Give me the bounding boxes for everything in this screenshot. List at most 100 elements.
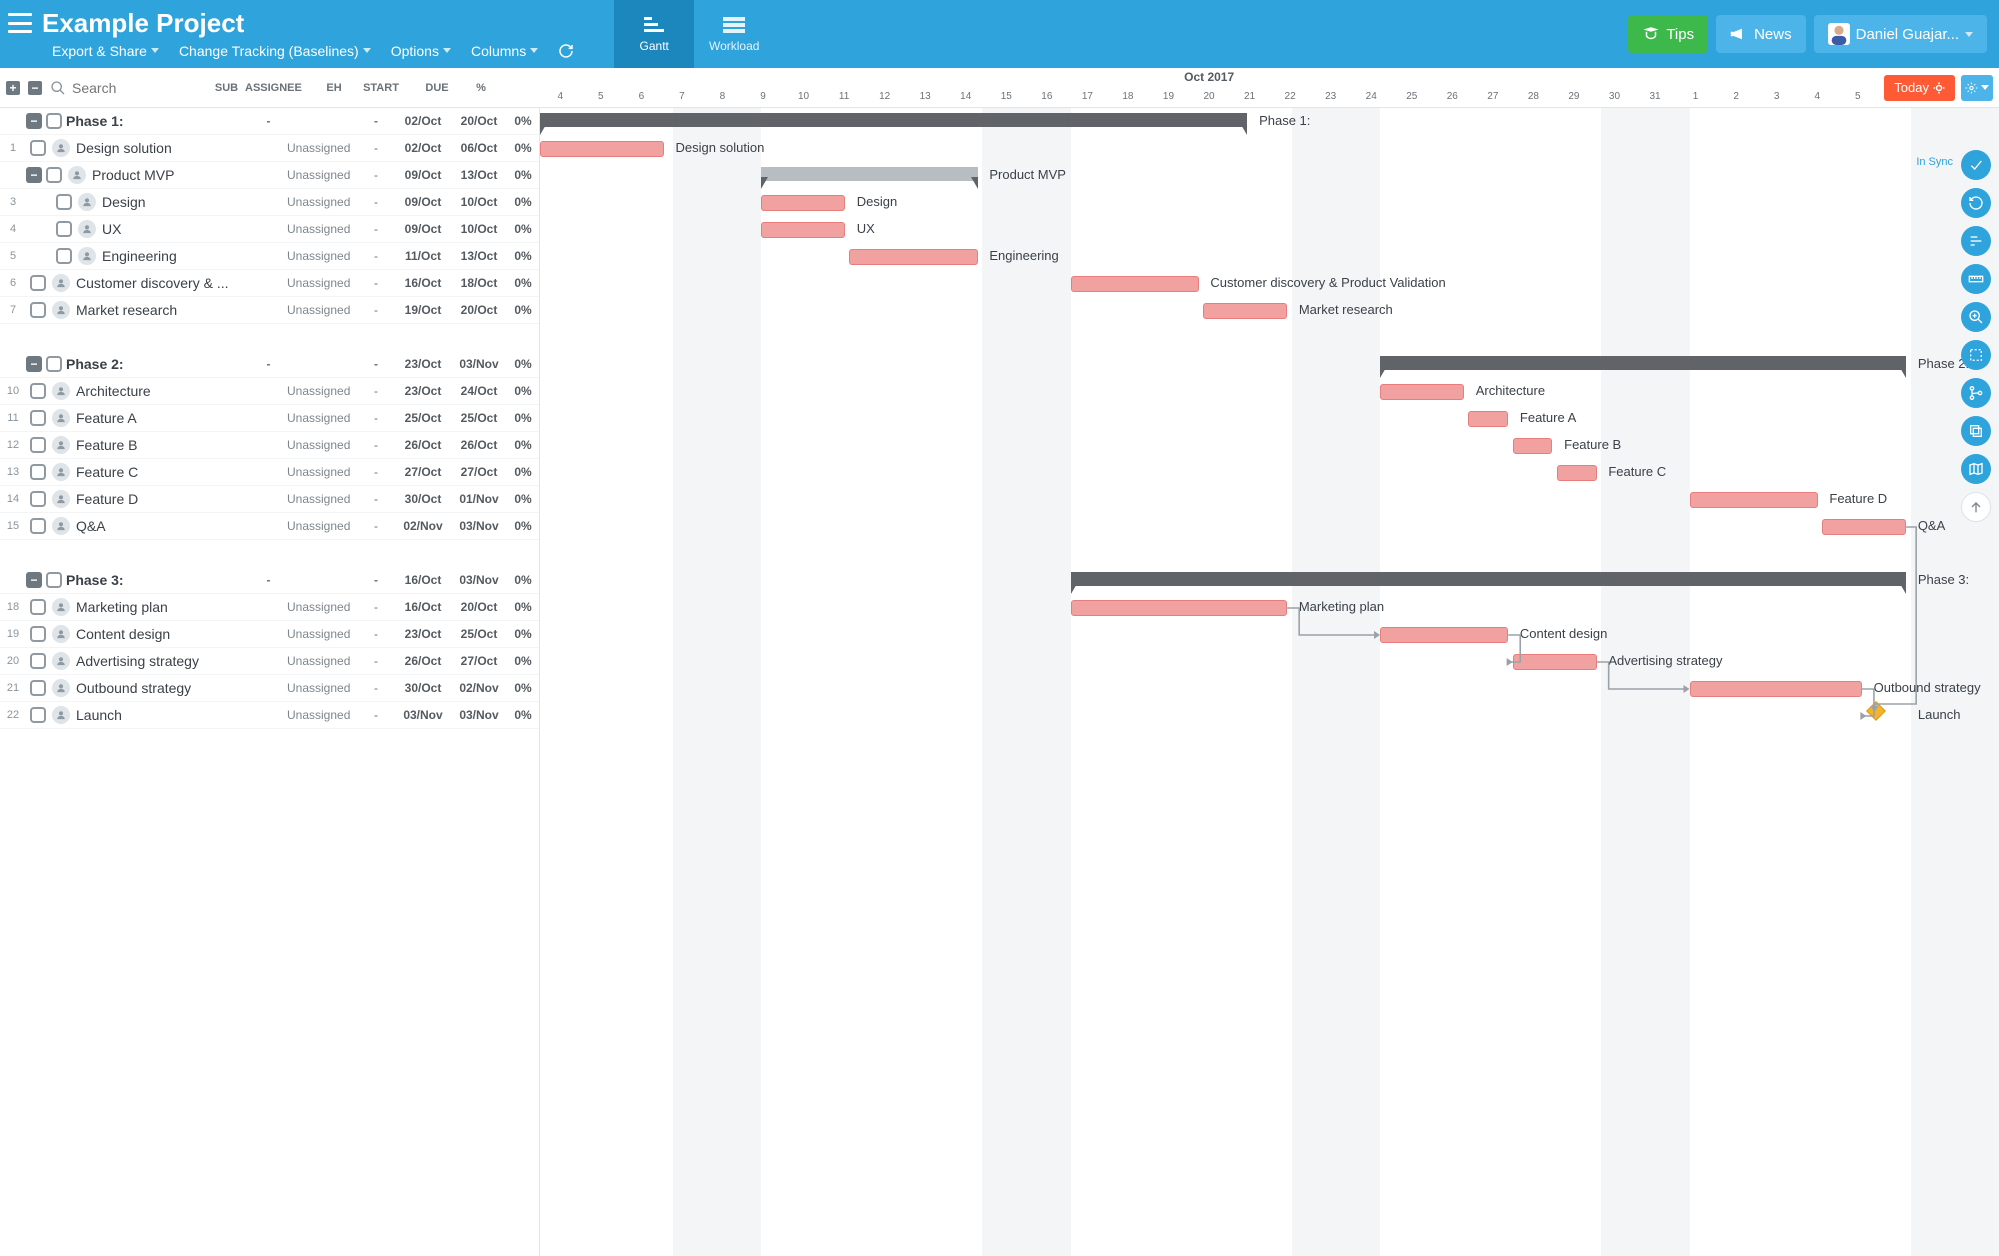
tips-button[interactable]: Tips <box>1628 15 1708 53</box>
task-bar[interactable] <box>849 249 977 265</box>
export-share-menu[interactable]: Export & Share <box>52 43 159 59</box>
task-bar[interactable] <box>761 222 845 238</box>
task-checkbox[interactable] <box>30 275 46 291</box>
collapse-toggle[interactable]: − <box>26 356 42 372</box>
task-bar[interactable] <box>1557 465 1597 481</box>
task-row[interactable]: 5EngineeringUnassigned-11/Oct13/Oct0% <box>0 243 539 270</box>
task-name[interactable]: Outbound strategy <box>76 680 250 696</box>
col-due[interactable]: DUE <box>409 82 465 94</box>
task-name[interactable]: Market research <box>76 302 250 318</box>
task-checkbox[interactable] <box>30 518 46 534</box>
task-checkbox[interactable] <box>56 221 72 237</box>
task-row[interactable]: 20Advertising strategyUnassigned-26/Oct2… <box>0 648 539 675</box>
search-input[interactable] <box>72 80 182 96</box>
task-row[interactable]: 7Market researchUnassigned-19/Oct20/Oct0… <box>0 297 539 324</box>
assignee-icon[interactable] <box>52 652 70 670</box>
task-bar[interactable] <box>1203 303 1287 319</box>
assignee-icon[interactable] <box>52 598 70 616</box>
settings-button[interactable] <box>1961 75 1993 101</box>
task-bar[interactable] <box>1513 654 1597 670</box>
task-name[interactable]: Architecture <box>76 383 250 399</box>
task-bar[interactable] <box>1822 519 1906 535</box>
assignee-icon[interactable] <box>52 463 70 481</box>
assignee-icon[interactable] <box>52 274 70 292</box>
task-row[interactable]: −Product MVPUnassigned-09/Oct13/Oct0% <box>0 162 539 189</box>
task-bar[interactable] <box>761 195 845 211</box>
task-bar[interactable] <box>1071 600 1288 616</box>
task-name[interactable]: Design <box>102 194 250 210</box>
task-bar[interactable] <box>1380 627 1508 643</box>
branch-fab[interactable] <box>1961 378 1991 408</box>
col-assignee[interactable]: ASSIGNEE <box>245 82 315 94</box>
task-row[interactable]: 6Customer discovery & ...Unassigned-16/O… <box>0 270 539 297</box>
task-checkbox[interactable] <box>30 437 46 453</box>
task-name[interactable]: Feature C <box>76 464 250 480</box>
task-checkbox[interactable] <box>46 356 62 372</box>
task-checkbox[interactable] <box>30 140 46 156</box>
task-bar[interactable] <box>540 141 664 157</box>
task-checkbox[interactable] <box>30 680 46 696</box>
assignee-icon[interactable] <box>52 625 70 643</box>
menu-icon[interactable] <box>8 13 32 33</box>
task-name[interactable]: Product MVP <box>92 167 250 183</box>
collapse-all-button[interactable]: − <box>28 81 42 95</box>
expand-all-button[interactable]: + <box>6 81 20 95</box>
user-menu-button[interactable]: Daniel Guajar... <box>1814 15 1987 53</box>
group-bar[interactable] <box>761 167 978 181</box>
task-row[interactable]: 1Design solutionUnassigned-02/Oct06/Oct0… <box>0 135 539 162</box>
task-name[interactable]: Q&A <box>76 518 250 534</box>
assignee-icon[interactable] <box>52 679 70 697</box>
task-row[interactable]: 3DesignUnassigned-09/Oct10/Oct0% <box>0 189 539 216</box>
copy-fab[interactable] <box>1961 416 1991 446</box>
rotate-fab[interactable] <box>1961 188 1991 218</box>
task-row[interactable]: −Phase 2:--23/Oct03/Nov0% <box>0 351 539 378</box>
today-button[interactable]: Today <box>1884 75 1955 101</box>
task-row[interactable]: 22LaunchUnassigned-03/Nov03/Nov0% <box>0 702 539 729</box>
task-name[interactable]: Marketing plan <box>76 599 250 615</box>
task-checkbox[interactable] <box>30 626 46 642</box>
task-row[interactable]: 11Feature AUnassigned-25/Oct25/Oct0% <box>0 405 539 432</box>
collapse-toggle[interactable]: − <box>26 572 42 588</box>
task-bar[interactable] <box>1690 492 1818 508</box>
gantt-chart[interactable]: Phase 1:Design solutionProduct MVPDesign… <box>540 108 1999 1256</box>
task-checkbox[interactable] <box>46 572 62 588</box>
group-bar[interactable] <box>540 113 1247 127</box>
task-row[interactable]: 14Feature DUnassigned-30/Oct01/Nov0% <box>0 486 539 513</box>
task-name[interactable]: Customer discovery & ... <box>76 275 250 291</box>
map-fab[interactable] <box>1961 454 1991 484</box>
align-fab[interactable] <box>1961 226 1991 256</box>
task-row[interactable]: 13Feature CUnassigned-27/Oct27/Oct0% <box>0 459 539 486</box>
task-checkbox[interactable] <box>30 653 46 669</box>
task-checkbox[interactable] <box>30 707 46 723</box>
task-name[interactable]: Feature D <box>76 491 250 507</box>
task-checkbox[interactable] <box>30 302 46 318</box>
task-checkbox[interactable] <box>30 383 46 399</box>
task-name[interactable]: Advertising strategy <box>76 653 250 669</box>
task-row[interactable]: 4UXUnassigned-09/Oct10/Oct0% <box>0 216 539 243</box>
task-row[interactable]: −Phase 1:--02/Oct20/Oct0% <box>0 108 539 135</box>
refresh-button[interactable] <box>558 43 574 59</box>
task-name[interactable]: Launch <box>76 707 250 723</box>
ruler-fab[interactable] <box>1961 264 1991 294</box>
task-checkbox[interactable] <box>56 194 72 210</box>
col-sub[interactable]: SUB <box>208 82 245 94</box>
assignee-icon[interactable] <box>52 436 70 454</box>
assignee-icon[interactable] <box>52 517 70 535</box>
assignee-icon[interactable] <box>52 706 70 724</box>
task-bar[interactable] <box>1690 681 1862 697</box>
gantt-tab[interactable]: Gantt <box>614 0 694 68</box>
workload-tab[interactable]: Workload <box>694 0 774 68</box>
task-row[interactable]: 18Marketing planUnassigned-16/Oct20/Oct0… <box>0 594 539 621</box>
task-name[interactable]: Feature A <box>76 410 250 426</box>
task-row[interactable]: 10ArchitectureUnassigned-23/Oct24/Oct0% <box>0 378 539 405</box>
task-name[interactable]: UX <box>102 221 250 237</box>
task-bar[interactable] <box>1468 411 1508 427</box>
task-name[interactable]: Design solution <box>76 140 250 156</box>
task-checkbox[interactable] <box>56 248 72 264</box>
assignee-icon[interactable] <box>52 139 70 157</box>
task-name[interactable]: Feature B <box>76 437 250 453</box>
assignee-icon[interactable] <box>52 382 70 400</box>
task-row[interactable]: −Phase 3:--16/Oct03/Nov0% <box>0 567 539 594</box>
task-checkbox[interactable] <box>30 464 46 480</box>
task-row[interactable]: 21Outbound strategyUnassigned-30/Oct02/N… <box>0 675 539 702</box>
